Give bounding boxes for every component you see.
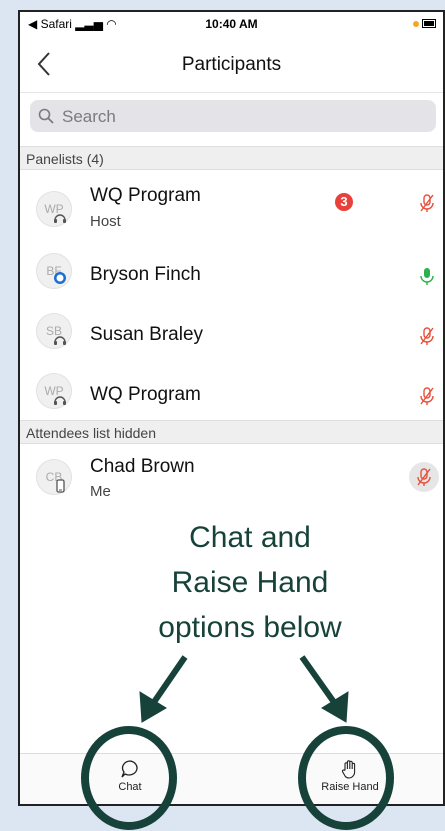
status-bar: ◀ Safari ▂▃▅ ◠ 10:40 AM [20,12,443,36]
participant-name: Susan Braley [90,324,204,345]
headset-icon [54,396,66,405]
bottom-tab-bar: Chat Raise Hand [20,753,443,804]
mute-toggle-button[interactable] [409,462,439,492]
annotation-line-1: Chat and [189,521,311,554]
muted-mic-icon [420,387,434,405]
muted-mic-icon [420,327,434,345]
status-dot-icon [413,21,419,27]
annotation-line-2: Raise Hand [171,566,329,599]
phone-device-icon [56,479,65,493]
participant-role: Me [90,483,111,500]
raise-hand-tab-label: Raise Hand [321,781,379,793]
chat-tab-label: Chat [118,781,142,793]
hand-icon [341,760,356,779]
participant-row[interactable]: WP WQ Program Host 3 [20,171,443,241]
participant-role: Host [90,213,121,230]
headset-icon [54,214,66,223]
chat-bubble-icon [121,760,138,778]
participant-row[interactable]: WP WQ Program [20,361,443,421]
search-input[interactable] [60,100,424,134]
phone-screen: ◀ Safari ▂▃▅ ◠ 10:40 AM Participants Pan… [18,10,445,806]
status-time: 10:40 AM [205,17,258,31]
section-header-attendees: Attendees list hidden [20,420,443,444]
participant-name: WQ Program [90,185,201,206]
battery-icon [422,19,436,28]
muted-mic-icon [417,468,431,486]
muted-mic-icon [420,194,434,212]
nav-bar: Participants [20,36,443,93]
page-title: Participants [181,54,282,75]
section-header-panelists: Panelists (4) [20,146,443,170]
search-bar[interactable] [30,100,436,134]
participant-row[interactable]: SB Susan Braley [20,301,443,361]
headset-icon [54,336,66,345]
search-icon [38,108,54,124]
participant-name: WQ Program [90,384,201,405]
participant-row-me[interactable]: CB Chad Brown Me [20,445,443,511]
battery-area [413,18,437,30]
participant-row[interactable]: BF Bryson Finch [20,241,443,301]
app-status-icon [54,272,66,284]
active-mic-icon [420,268,434,285]
raise-hand-tab[interactable]: Raise Hand [310,758,390,804]
chat-count-badge: 3 [335,193,353,211]
chat-tab[interactable]: Chat [90,758,170,804]
participant-name: Chad Brown [90,456,195,477]
participant-name: Bryson Finch [90,264,201,285]
annotation-line-3: options below [158,611,342,644]
